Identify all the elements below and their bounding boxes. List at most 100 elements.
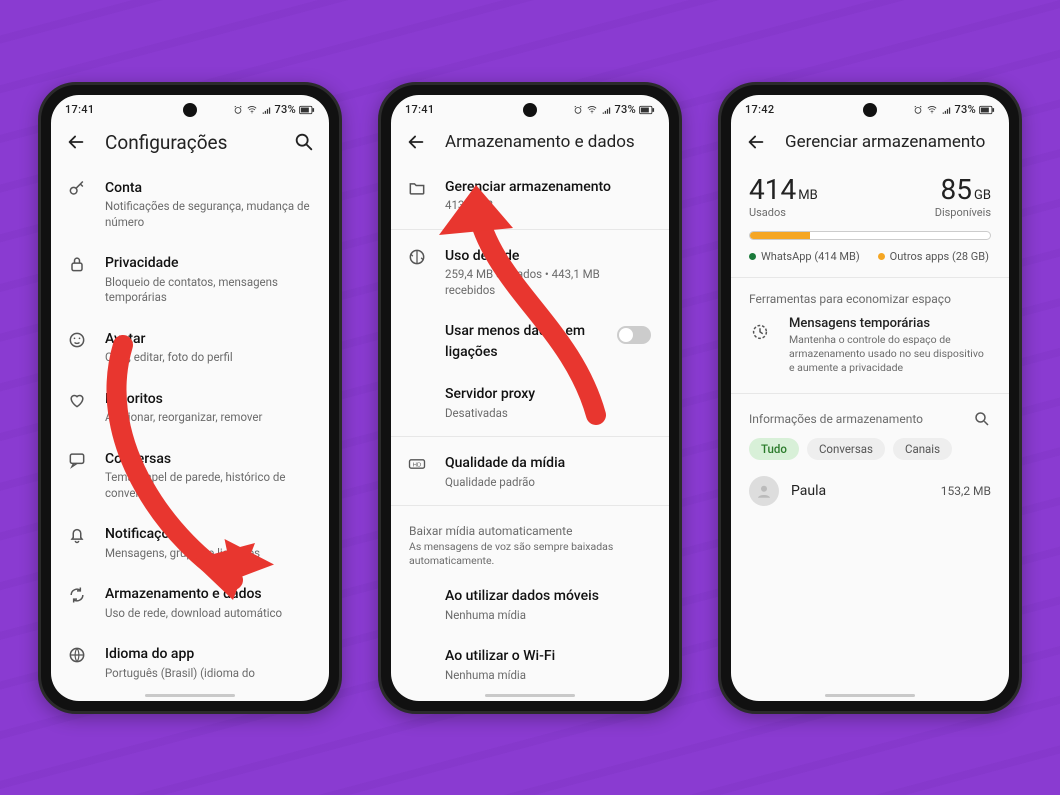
settings-item-conversas[interactable]: ConversasTema, papel de parede, históric… <box>51 437 329 513</box>
toggle-less-data[interactable] <box>617 326 651 344</box>
item-title: Privacidade <box>105 255 179 271</box>
alarm-icon <box>233 105 243 115</box>
item-title: Avatar <box>105 331 146 347</box>
contact-row-paula[interactable]: Paula 153,2 MB <box>731 466 1009 516</box>
item-title: Servidor proxy <box>445 386 535 402</box>
svg-text:HD: HD <box>413 463 421 469</box>
storage-legend: WhatsApp (414 MB) Outros apps (28 GB) <box>731 248 1009 273</box>
storage-content[interactable]: 414MB Usados 85GB Disponíveis WhatsApp (… <box>731 165 1009 701</box>
search-icon <box>293 131 315 153</box>
divider <box>391 229 669 230</box>
battery-icon <box>299 105 315 115</box>
app-header: Gerenciar armazenamento <box>731 121 1009 165</box>
chip-canais[interactable]: Canais <box>893 438 952 460</box>
blank-icon <box>407 320 429 322</box>
camera-notch <box>183 103 197 117</box>
legend-whatsapp: WhatsApp (414 MB) <box>761 250 860 263</box>
battery-text: 73% <box>954 103 976 116</box>
used-value: 414 <box>749 173 796 206</box>
item-subtitle: Qualidade padrão <box>445 475 651 491</box>
chat-icon <box>67 448 89 474</box>
row-mensagens-temporarias[interactable]: Mensagens temporáriasMantenha o controle… <box>731 308 1009 390</box>
row-gerenciar-armazenamento[interactable]: Gerenciar armazenamento413,7 MB <box>391 165 669 225</box>
contact-name: Paula <box>791 483 929 499</box>
tools-header: Ferramentas para economizar espaço <box>731 282 1009 308</box>
row-dados-moveis[interactable]: Ao utilizar dados móveisNenhuma mídia <box>391 574 669 634</box>
item-subtitle: Bloqueio de contatos, mensagens temporár… <box>105 275 311 306</box>
globe-icon <box>67 643 89 669</box>
key-icon <box>67 177 89 203</box>
item-subtitle: Tema, papel de parede, histórico de conv… <box>105 470 311 501</box>
item-title: Qualidade da mídia <box>445 455 565 471</box>
item-subtitle: Uso de rede, download automático <box>105 606 311 622</box>
lock-icon <box>67 252 89 278</box>
settings-item-privacidade[interactable]: Privacidade Bloqueio de contatos, mensage… <box>51 241 329 317</box>
row-proxy[interactable]: Servidor proxy Desativadas <box>391 372 669 432</box>
avail-unit: GB <box>974 188 991 203</box>
row-qualidade-midia[interactable]: HD Qualidade da mídia Qualidade padrão <box>391 441 669 501</box>
auto-download-desc: As mensagens de voz são sempre baixadas … <box>391 540 669 574</box>
row-menos-dados[interactable]: Usar menos dados em ligações <box>391 309 669 372</box>
camera-notch <box>523 103 537 117</box>
storage-list[interactable]: Gerenciar armazenamento413,7 MB Uso de r… <box>391 165 669 701</box>
signal-icon <box>261 105 271 115</box>
bell-icon <box>67 523 89 549</box>
phone-1: 17:41 73% Configurações ContaNotificaçõe… <box>38 82 342 714</box>
network-icon <box>407 245 429 271</box>
avatar-icon <box>749 476 779 506</box>
wifi-icon <box>586 105 598 115</box>
row-wifi[interactable]: Ao utilizar o Wi-FiNenhuma mídia <box>391 634 669 694</box>
chip-conversas[interactable]: Conversas <box>807 438 885 460</box>
avail-value: 85 <box>941 173 972 206</box>
divider <box>731 277 1009 278</box>
item-subtitle: Notificações de segurança, mudança de nú… <box>105 199 311 230</box>
search-storage-button[interactable] <box>973 410 991 428</box>
row-uso-rede[interactable]: Uso de rede259,4 MB enviados • 443,1 MB … <box>391 234 669 310</box>
storage-stats: 414MB Usados 85GB Disponíveis <box>731 165 1009 221</box>
item-subtitle: 259,4 MB enviados • 443,1 MB recebidos <box>445 267 651 298</box>
chip-tudo[interactable]: Tudo <box>749 438 799 460</box>
item-title: Usar menos dados em ligações <box>445 323 585 360</box>
auto-download-header: Baixar mídia automaticamente <box>391 510 669 540</box>
settings-list[interactable]: Conta Notificações de segurança, mudança … <box>51 166 329 701</box>
settings-item-avatar[interactable]: Avatar Criar, editar, foto do perfil <box>51 317 329 377</box>
divider <box>731 393 1009 394</box>
avail-label: Disponíveis <box>935 206 991 219</box>
status-icons: 73% <box>233 103 315 116</box>
phone-3: 17:42 73% Gerenciar armazenamento 414MB … <box>718 82 1022 714</box>
signal-icon <box>941 105 951 115</box>
settings-item-conta[interactable]: Conta Notificações de segurança, mudança … <box>51 166 329 242</box>
settings-item-idioma[interactable]: Idioma do appPortuguês (Brasil) (idioma … <box>51 632 329 692</box>
arrow-left-icon <box>65 131 87 153</box>
alarm-icon <box>913 105 923 115</box>
settings-item-notificacoes[interactable]: NotificaçõesMensagens, grupos e ligações <box>51 512 329 572</box>
screen-configuracoes: 17:41 73% Configurações ContaNotificaçõe… <box>51 95 329 701</box>
home-indicator[interactable] <box>825 694 915 697</box>
page-title: Armazenamento e dados <box>445 132 655 152</box>
wifi-icon <box>246 105 258 115</box>
settings-item-armazenamento[interactable]: Armazenamento e dadosUso de rede, downlo… <box>51 572 329 632</box>
search-button[interactable] <box>293 131 315 153</box>
used-unit: MB <box>798 188 817 203</box>
home-indicator[interactable] <box>485 694 575 697</box>
item-title: Gerenciar armazenamento <box>445 179 611 195</box>
filter-chips: Tudo Conversas Canais <box>731 432 1009 466</box>
screen-gerenciar-armazenamento: 17:42 73% Gerenciar armazenamento 414MB … <box>731 95 1009 701</box>
page-title: Configurações <box>105 131 275 154</box>
item-title: Notificações <box>105 526 184 542</box>
item-subtitle: Desativadas <box>445 406 651 422</box>
back-button[interactable] <box>405 131 427 153</box>
item-subtitle: Criar, editar, foto do perfil <box>105 350 311 366</box>
tools-title: Mensagens temporárias <box>789 316 991 331</box>
wifi-icon <box>926 105 938 115</box>
battery-text: 73% <box>274 103 296 116</box>
storage-bar-fill <box>750 232 810 239</box>
item-title: Idioma do app <box>105 646 194 662</box>
back-button[interactable] <box>745 131 767 153</box>
settings-item-favoritos[interactable]: FavoritosAdicionar, reorganizar, remover <box>51 377 329 437</box>
item-title: Conta <box>105 180 142 196</box>
back-button[interactable] <box>65 131 87 153</box>
status-time: 17:42 <box>745 103 774 116</box>
battery-icon <box>639 105 655 115</box>
home-indicator[interactable] <box>145 694 235 697</box>
